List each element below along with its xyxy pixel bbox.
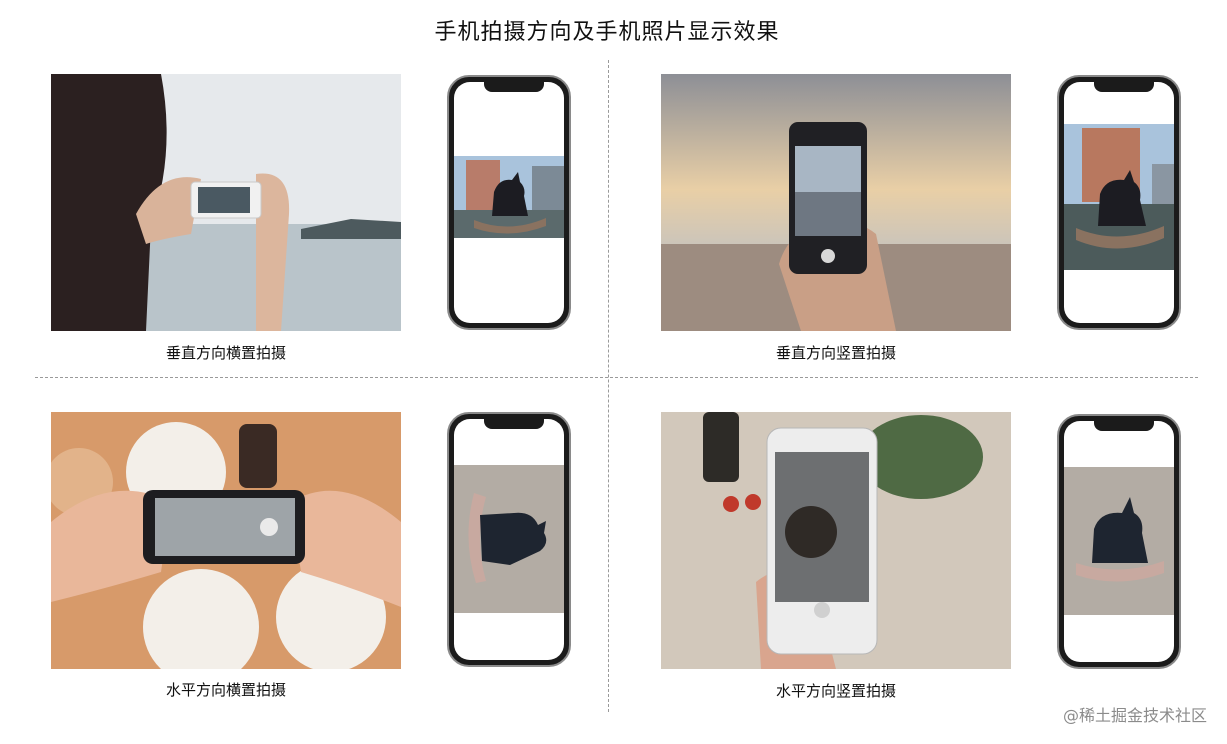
- phone-notch: [484, 419, 544, 429]
- photo-horizontal-portrait: [661, 412, 1011, 669]
- phone-screen: [454, 419, 564, 660]
- phone-screen: [454, 82, 564, 323]
- phone-frame: [1057, 414, 1181, 669]
- photo-vertical-portrait: [661, 74, 1011, 331]
- phone-notch: [484, 82, 544, 92]
- watermark: @稀土掘金技术社区: [1062, 706, 1207, 725]
- page-title: 手机拍摄方向及手机照片显示效果: [434, 20, 780, 45]
- result-photo: [1064, 467, 1174, 615]
- result-photo: [1064, 124, 1174, 270]
- phone-screen: [1064, 82, 1174, 323]
- phone-frame: [1057, 75, 1181, 330]
- caption-horizontal-portrait: 水平方向竖置拍摄: [775, 682, 896, 700]
- phone-screen: [1064, 421, 1174, 662]
- phone-notch: [1094, 82, 1154, 92]
- caption-vertical-landscape: 垂直方向横置拍摄: [165, 344, 286, 362]
- caption-horizontal-landscape: 水平方向横置拍摄: [165, 681, 286, 699]
- vertical-divider: [608, 60, 609, 712]
- phone-frame: [447, 75, 571, 330]
- result-photo: [454, 156, 564, 238]
- result-photo: [454, 465, 564, 613]
- horizontal-divider: [35, 377, 1198, 378]
- caption-vertical-portrait: 垂直方向竖置拍摄: [775, 344, 896, 362]
- photo-horizontal-landscape: [51, 412, 401, 669]
- photo-vertical-landscape: [51, 74, 401, 331]
- phone-frame: [447, 412, 571, 667]
- phone-notch: [1094, 421, 1154, 431]
